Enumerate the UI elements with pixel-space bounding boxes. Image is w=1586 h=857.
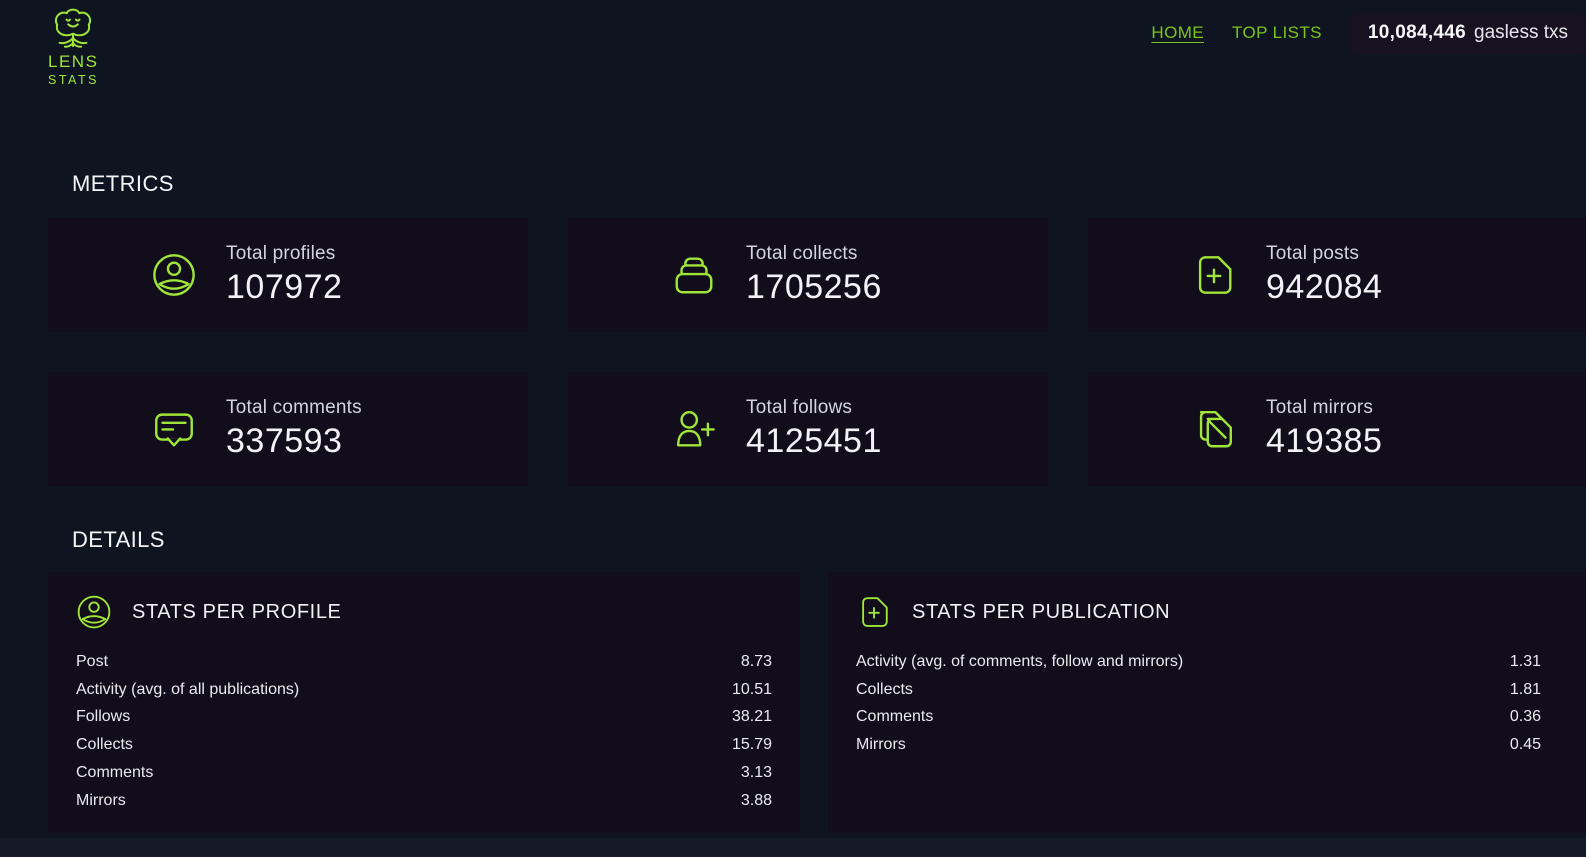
nav-home[interactable]: HOME — [1151, 23, 1204, 43]
logo[interactable]: LENS STATS — [48, 6, 99, 87]
details-title: DETAILS — [72, 528, 1586, 552]
metric-card-total-mirrors: Total mirrors 419385 — [1088, 372, 1586, 486]
metric-value: 942084 — [1266, 268, 1382, 307]
stat-label: Post — [76, 653, 108, 671]
metric-card-total-comments: Total comments 337593 — [48, 372, 528, 486]
stat-row: Activity (avg. of all publications) 10.5… — [76, 676, 772, 704]
lens-tree-icon — [48, 6, 98, 50]
stat-value: 1.31 — [1510, 653, 1541, 671]
brand-name: LENS — [48, 52, 99, 72]
stat-row: Post 8.73 — [76, 648, 772, 676]
metric-value: 4125451 — [746, 422, 882, 461]
stat-value: 10.51 — [732, 681, 772, 699]
metric-value: 1705256 — [746, 268, 882, 307]
stats-rows: Post 8.73 Activity (avg. of all publicat… — [76, 648, 772, 815]
stat-row: Activity (avg. of comments, follow and m… — [856, 648, 1541, 676]
stat-label: Activity (avg. of comments, follow and m… — [856, 653, 1183, 671]
stat-row: Mirrors 0.45 — [856, 731, 1541, 759]
panel-title: STATS PER PROFILE — [132, 601, 342, 624]
profile-icon — [146, 252, 202, 298]
header: LENS STATS HOME TOP LISTS 10,084,446 gas… — [0, 0, 1586, 86]
details-section: DETAILS STATS PER PROFILE Post 8.73 — [48, 528, 1586, 833]
stat-value: 0.36 — [1510, 708, 1541, 726]
stat-value: 15.79 — [732, 736, 772, 754]
stat-value: 3.13 — [741, 764, 772, 782]
stat-label: Comments — [856, 708, 933, 726]
metrics-section: METRICS Total profiles 107972 — [48, 172, 1586, 486]
stat-label: Comments — [76, 764, 153, 782]
stat-label: Mirrors — [856, 736, 906, 754]
stat-row: Comments 3.13 — [76, 759, 772, 787]
footer-strip — [0, 838, 1586, 857]
mirror-icon — [1186, 406, 1242, 452]
post-icon — [856, 594, 892, 630]
gasless-txs-badge: 10,084,446 gasless txs — [1350, 12, 1586, 54]
metric-value: 107972 — [226, 268, 342, 307]
main-nav: HOME TOP LISTS 10,084,446 gasless txs — [1151, 12, 1586, 54]
stats-rows: Activity (avg. of comments, follow and m… — [856, 648, 1541, 759]
stat-row: Follows 38.21 — [76, 704, 772, 732]
stat-label: Follows — [76, 708, 130, 726]
stat-label: Collects — [76, 736, 133, 754]
metric-card-total-collects: Total collects 1705256 — [568, 218, 1048, 332]
metrics-title: METRICS — [72, 172, 1586, 196]
stat-value: 3.88 — [741, 792, 772, 810]
metric-value: 337593 — [226, 422, 362, 461]
profile-icon — [76, 594, 112, 630]
stats-per-profile-panel: STATS PER PROFILE Post 8.73 Activity (av… — [48, 572, 800, 833]
metric-label: Total posts — [1266, 243, 1382, 265]
stat-row: Comments 0.36 — [856, 704, 1541, 732]
stat-value: 38.21 — [732, 708, 772, 726]
stat-row: Collects 1.81 — [856, 676, 1541, 704]
stat-value: 0.45 — [1510, 736, 1541, 754]
brand-subname: STATS — [48, 73, 99, 87]
metric-card-total-profiles: Total profiles 107972 — [48, 218, 528, 332]
stat-label: Mirrors — [76, 792, 126, 810]
stat-row: Collects 15.79 — [76, 731, 772, 759]
nav-top-lists[interactable]: TOP LISTS — [1232, 23, 1322, 43]
main-content: METRICS Total profiles 107972 — [0, 172, 1586, 833]
stat-row: Mirrors 3.88 — [76, 787, 772, 815]
post-icon — [1186, 252, 1242, 298]
stats-per-publication-panel: STATS PER PUBLICATION Activity (avg. of … — [828, 572, 1586, 833]
details-panels: STATS PER PROFILE Post 8.73 Activity (av… — [48, 572, 1586, 833]
stat-value: 8.73 — [741, 653, 772, 671]
comment-icon — [146, 406, 202, 452]
metric-label: Total comments — [226, 397, 362, 419]
gasless-txs-suffix: gasless txs — [1474, 22, 1568, 44]
metric-card-total-follows: Total follows 4125451 — [568, 372, 1048, 486]
metric-label: Total follows — [746, 397, 882, 419]
stat-label: Activity (avg. of all publications) — [76, 681, 299, 699]
metrics-grid: Total profiles 107972 Total collects 170… — [48, 218, 1586, 486]
stat-value: 1.81 — [1510, 681, 1541, 699]
follow-icon — [666, 406, 722, 452]
metric-label: Total profiles — [226, 243, 342, 265]
metric-card-total-posts: Total posts 942084 — [1088, 218, 1586, 332]
stat-label: Collects — [856, 681, 913, 699]
metric-label: Total collects — [746, 243, 882, 265]
metric-label: Total mirrors — [1266, 397, 1382, 419]
collect-icon — [666, 252, 722, 298]
gasless-txs-count: 10,084,446 — [1368, 22, 1466, 44]
panel-title: STATS PER PUBLICATION — [912, 601, 1170, 624]
metric-value: 419385 — [1266, 422, 1382, 461]
